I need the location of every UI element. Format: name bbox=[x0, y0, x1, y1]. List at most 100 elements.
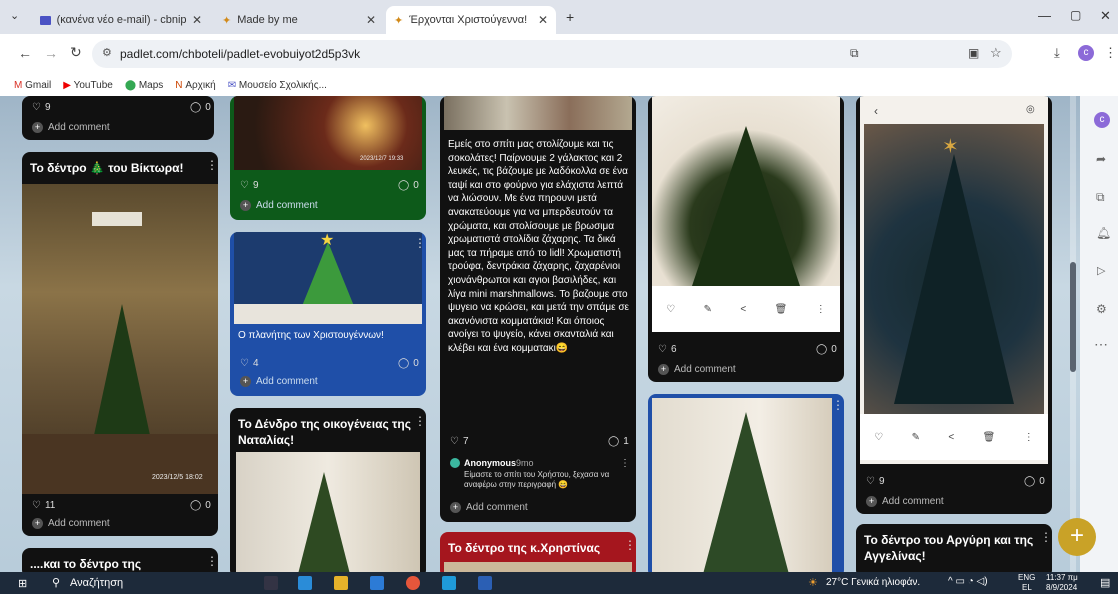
bookmark-star-icon[interactable]: ☆ bbox=[990, 45, 1002, 61]
comment-count[interactable]: ◯ 0 bbox=[190, 102, 211, 113]
back-icon[interactable]: ← bbox=[18, 45, 32, 61]
tab-gmail[interactable]: (κανένα νέο e-mail) - cbnip@y ✕ bbox=[32, 6, 210, 34]
user-avatar[interactable]: c bbox=[1094, 112, 1110, 128]
task-view-icon[interactable] bbox=[264, 576, 278, 590]
cast-icon[interactable]: ▣ bbox=[968, 46, 979, 60]
post-photo[interactable] bbox=[444, 96, 632, 130]
post-photo[interactable]: ★ bbox=[234, 232, 422, 324]
close-icon[interactable]: ✕ bbox=[366, 13, 376, 27]
tab-list-chevron-icon[interactable]: ⌄ bbox=[10, 9, 19, 22]
system-tray-icons[interactable]: ^ ▭ ◔ ◁) bbox=[948, 576, 988, 587]
bell-icon[interactable]: 🔔︎ bbox=[1096, 226, 1111, 240]
forward-icon[interactable]: → bbox=[44, 45, 58, 61]
more-options-icon[interactable]: ⋮ bbox=[624, 538, 636, 552]
post-card[interactable]: 2023/12/7 19:33 ♡ 9 ◯ 0 + Add comment bbox=[230, 96, 426, 220]
menu-dots-icon[interactable]: ⋮ bbox=[1104, 45, 1117, 61]
profile-avatar[interactable]: c bbox=[1078, 45, 1094, 61]
share-icon[interactable]: ➦ bbox=[1096, 152, 1106, 166]
post-photo[interactable]: ♡ ✎ < 🗑 ⋮ bbox=[652, 96, 840, 332]
post-card[interactable]: ‹ ◎ ✶ ♡ ✎ < 🗑 ⋮ ♡ 9 ◯ 0 + Add comment bbox=[856, 96, 1052, 514]
comment-count[interactable]: ◯ 0 bbox=[398, 180, 419, 191]
post-photo[interactable] bbox=[236, 452, 420, 572]
add-comment-button[interactable]: + Add comment bbox=[32, 518, 110, 529]
like-count[interactable]: ♡ 9 bbox=[866, 476, 885, 487]
add-comment-button[interactable]: + Add comment bbox=[658, 364, 736, 375]
more-options-icon[interactable]: ⋮ bbox=[620, 458, 630, 469]
more-options-icon[interactable]: ⋮ bbox=[414, 236, 426, 250]
like-count[interactable]: ♡ 9 bbox=[240, 180, 259, 191]
close-window-icon[interactable]: ✕ bbox=[1100, 8, 1111, 24]
more-options-icon[interactable]: ⋮ bbox=[414, 414, 426, 428]
post-photo[interactable]: 2023/12/5 18:02 bbox=[22, 184, 218, 494]
notifications-icon[interactable]: ▤ bbox=[1100, 576, 1110, 589]
comment-count[interactable]: ◯ 0 bbox=[1024, 476, 1045, 487]
taskbar-search[interactable]: Αναζήτηση bbox=[70, 577, 123, 589]
url-field[interactable]: ⚙ padlet.com/chboteli/padlet-evobuiyot2d… bbox=[92, 40, 1012, 68]
add-comment-button[interactable]: + Add comment bbox=[240, 200, 318, 211]
tab-christmas[interactable]: ✦ Έρχονται Χριστούγεννα! ✕ bbox=[386, 6, 556, 34]
tab-made-by-me[interactable]: ✦ Made by me ✕ bbox=[214, 6, 384, 34]
scrollbar-thumb[interactable] bbox=[1070, 262, 1076, 372]
padlet-board[interactable]: ♡ 9 ◯ 0 + Add comment Το δέντρο 🎄 του Βίκ… bbox=[0, 96, 1118, 572]
translate-icon[interactable]: ⧉ bbox=[850, 46, 859, 61]
word-icon[interactable] bbox=[478, 576, 492, 590]
clock-time[interactable]: 11:37 πμ bbox=[1046, 573, 1078, 582]
reload-icon[interactable]: ↻ bbox=[70, 44, 82, 61]
close-icon[interactable]: ✕ bbox=[538, 13, 548, 27]
like-count[interactable]: ♡ 4 bbox=[240, 358, 259, 369]
download-icon[interactable]: ⤓ bbox=[1054, 45, 1060, 61]
post-card[interactable]: Εμείς στο σπίτι μας στολίζουμε και τις σ… bbox=[440, 96, 636, 522]
maximize-icon[interactable]: ▢ bbox=[1070, 8, 1081, 22]
post-photo[interactable] bbox=[652, 398, 832, 572]
slideshow-icon[interactable]: ▷ bbox=[1097, 264, 1105, 277]
like-count[interactable]: ♡ 6 bbox=[658, 344, 677, 355]
weather-text[interactable]: 27°C Γενικά ηλιοφάν. bbox=[826, 577, 920, 588]
add-comment-button[interactable]: + Add comment bbox=[866, 496, 944, 507]
comment-count[interactable]: ◯ 0 bbox=[398, 358, 419, 369]
comment-count[interactable]: ◯ 0 bbox=[190, 500, 211, 511]
minimize-icon[interactable]: — bbox=[1038, 8, 1051, 23]
meet-icon[interactable] bbox=[442, 576, 456, 590]
more-options-icon[interactable]: ⋮ bbox=[206, 554, 218, 568]
like-count[interactable]: ♡ 9 bbox=[32, 102, 51, 113]
like-count[interactable]: ♡ 7 bbox=[450, 436, 469, 447]
post-card[interactable]: ★ ⋮ Ο πλανήτης των Χριστουγέννων! ♡ 4 ◯ … bbox=[230, 232, 426, 396]
more-dots-icon[interactable]: ⋯ bbox=[1094, 336, 1108, 353]
more-options-icon[interactable]: ⋮ bbox=[206, 158, 218, 172]
add-post-button[interactable]: + bbox=[1058, 518, 1096, 556]
more-options-icon[interactable]: ⋮ bbox=[832, 398, 844, 412]
post-card[interactable]: Το δέντρο του Αργύρη και της Αγγελίνας! … bbox=[856, 524, 1052, 572]
bookmark-maps[interactable]: ⬤ Maps bbox=[125, 80, 163, 91]
more-options-icon[interactable]: ⋮ bbox=[1040, 530, 1052, 544]
post-card[interactable]: ♡ ✎ < 🗑 ⋮ ♡ 6 ◯ 0 + Add comment bbox=[648, 96, 844, 382]
scrollbar-track[interactable] bbox=[1070, 96, 1076, 572]
bookmark-gmail[interactable]: M Gmail bbox=[14, 80, 51, 91]
site-info-icon[interactable]: ⚙ bbox=[102, 46, 112, 59]
windows-start-icon[interactable]: ⊞ bbox=[18, 577, 27, 590]
post-photo[interactable]: 2023/12/7 19:33 bbox=[234, 96, 422, 170]
post-card[interactable]: Το δέντρο της κ.Χρηστίνας ⋮ bbox=[440, 532, 636, 572]
post-card[interactable]: Το Δένδρο της οικογένειας της Ναταλίας! … bbox=[230, 408, 426, 572]
chrome-icon[interactable] bbox=[406, 576, 420, 590]
file-explorer-icon[interactable] bbox=[334, 576, 348, 590]
settings-gear-icon[interactable]: ⚙ bbox=[1096, 302, 1107, 316]
comment-count[interactable]: ◯ 1 bbox=[608, 436, 629, 447]
post-card[interactable]: ♡ 9 ◯ 0 + Add comment bbox=[22, 96, 214, 140]
post-card[interactable]: ....και το δέντρο της ⋮ bbox=[22, 548, 218, 572]
edge-icon[interactable] bbox=[298, 576, 312, 590]
comment-count[interactable]: ◯ 0 bbox=[816, 344, 837, 355]
post-card[interactable]: Το δέντρο 🎄 του Βίκτωρα! ⋮ 2023/12/5 18:… bbox=[22, 152, 218, 536]
post-photo[interactable]: ‹ ◎ ✶ ♡ ✎ < 🗑 ⋮ bbox=[860, 96, 1048, 464]
remake-icon[interactable]: ⧉ bbox=[1096, 190, 1105, 205]
bookmark-home[interactable]: N Αρχική bbox=[175, 80, 215, 91]
new-tab-button[interactable]: + bbox=[566, 9, 574, 25]
bookmark-museum[interactable]: ✉ Μουσείο Σχολικής... bbox=[228, 80, 327, 91]
search-icon[interactable]: ⚲ bbox=[52, 576, 60, 589]
add-comment-button[interactable]: + Add comment bbox=[450, 502, 528, 513]
language-indicator[interactable]: ENG bbox=[1018, 573, 1035, 582]
mail-app-icon[interactable] bbox=[370, 576, 384, 590]
add-comment-button[interactable]: + Add comment bbox=[32, 122, 110, 133]
post-card[interactable]: ⋮ bbox=[648, 394, 844, 572]
close-icon[interactable]: ✕ bbox=[192, 13, 202, 27]
bookmark-youtube[interactable]: ▶ YouTube bbox=[63, 80, 113, 91]
